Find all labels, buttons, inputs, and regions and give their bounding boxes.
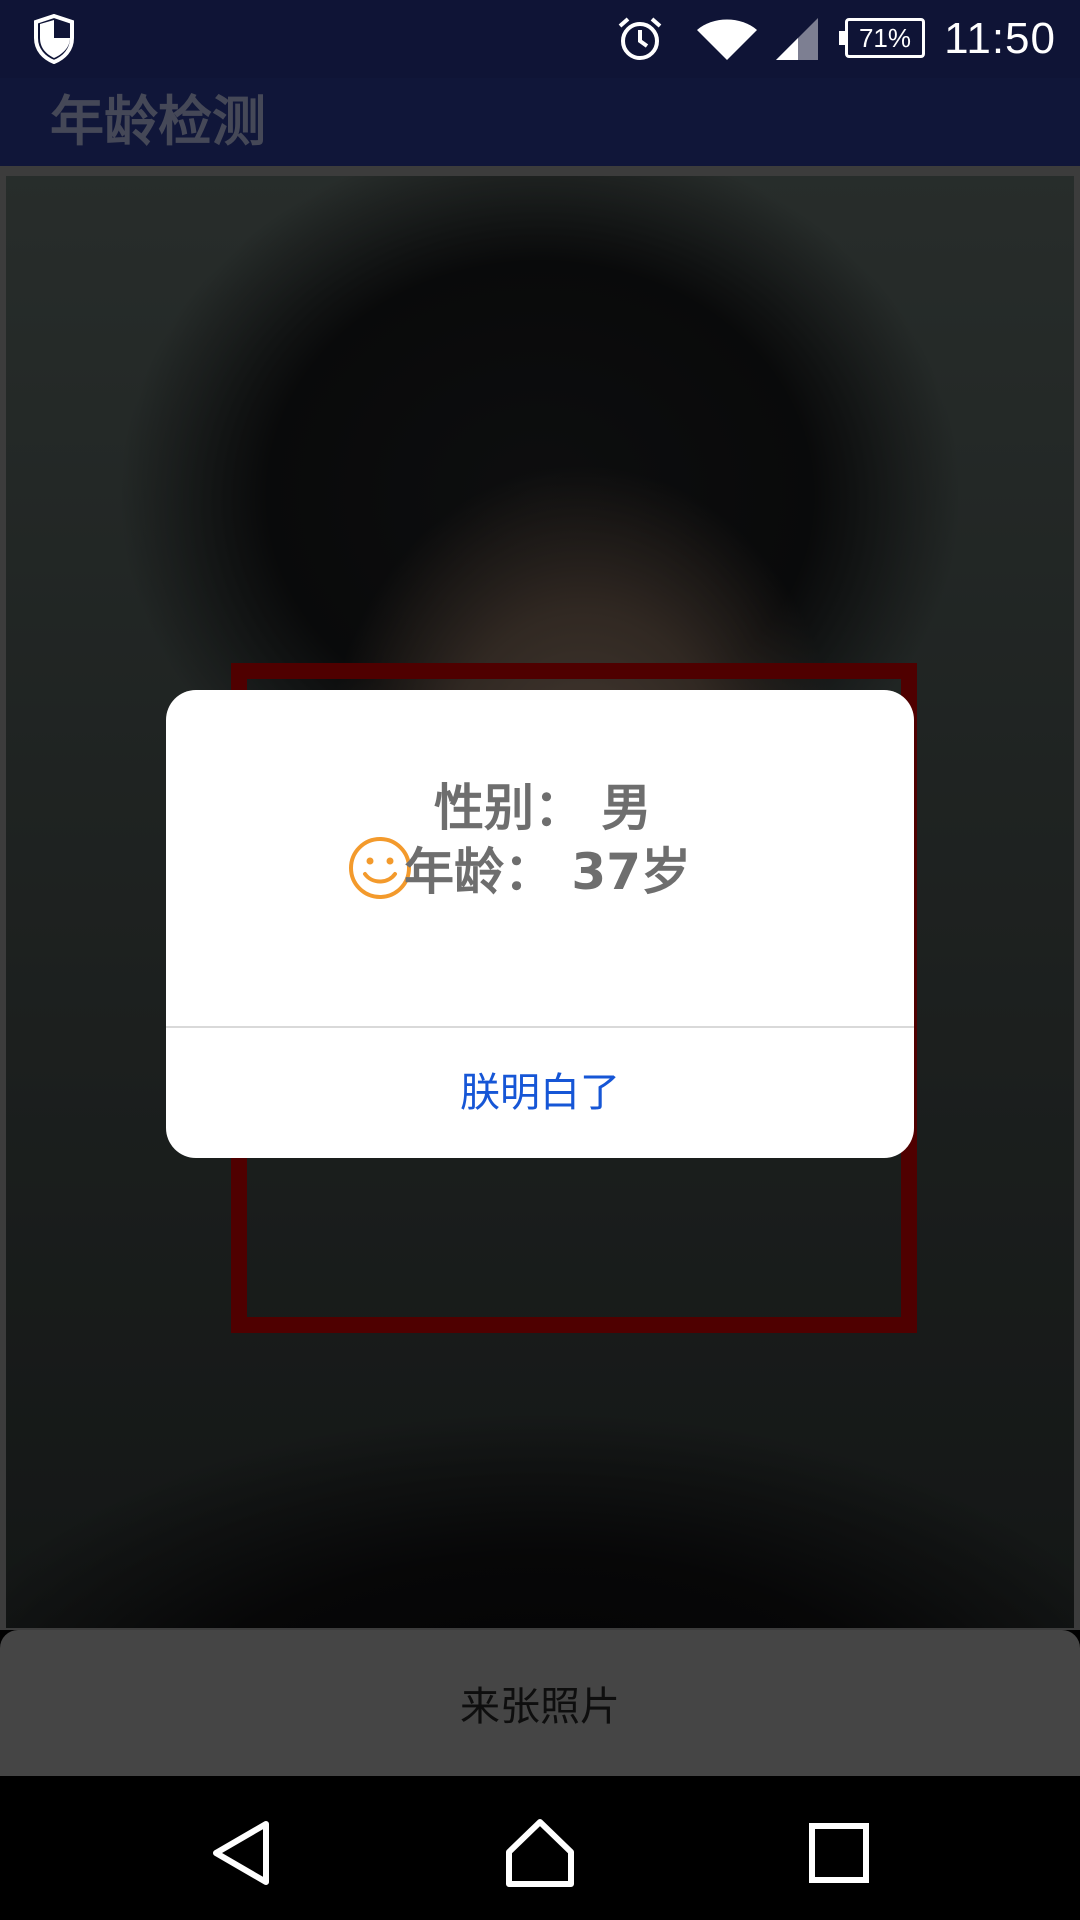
confirm-button[interactable]: 朕明白了	[166, 1028, 914, 1158]
home-icon[interactable]	[503, 1816, 577, 1890]
clock: 11:50	[944, 14, 1056, 63]
battery-percent: 71%	[858, 23, 912, 53]
status-bar: 71% 11:50	[0, 0, 1080, 78]
result-text: 性别： 男 年龄： 37岁	[404, 776, 774, 904]
result-dialog: 性别： 男 年龄： 37岁 朕明白了	[166, 690, 914, 1158]
battery-icon: 71%	[839, 18, 925, 58]
alarm-icon	[618, 17, 662, 60]
wifi-icon	[697, 19, 757, 60]
age-result: 年龄： 37岁	[404, 843, 691, 901]
signal-icon	[776, 18, 818, 60]
gender-result: 性别： 男	[434, 779, 652, 837]
smile-icon	[349, 837, 411, 899]
shield-icon	[34, 14, 74, 64]
recent-apps-icon[interactable]	[806, 1820, 872, 1886]
back-icon[interactable]	[206, 1818, 276, 1888]
navigation-bar	[0, 1776, 1080, 1920]
